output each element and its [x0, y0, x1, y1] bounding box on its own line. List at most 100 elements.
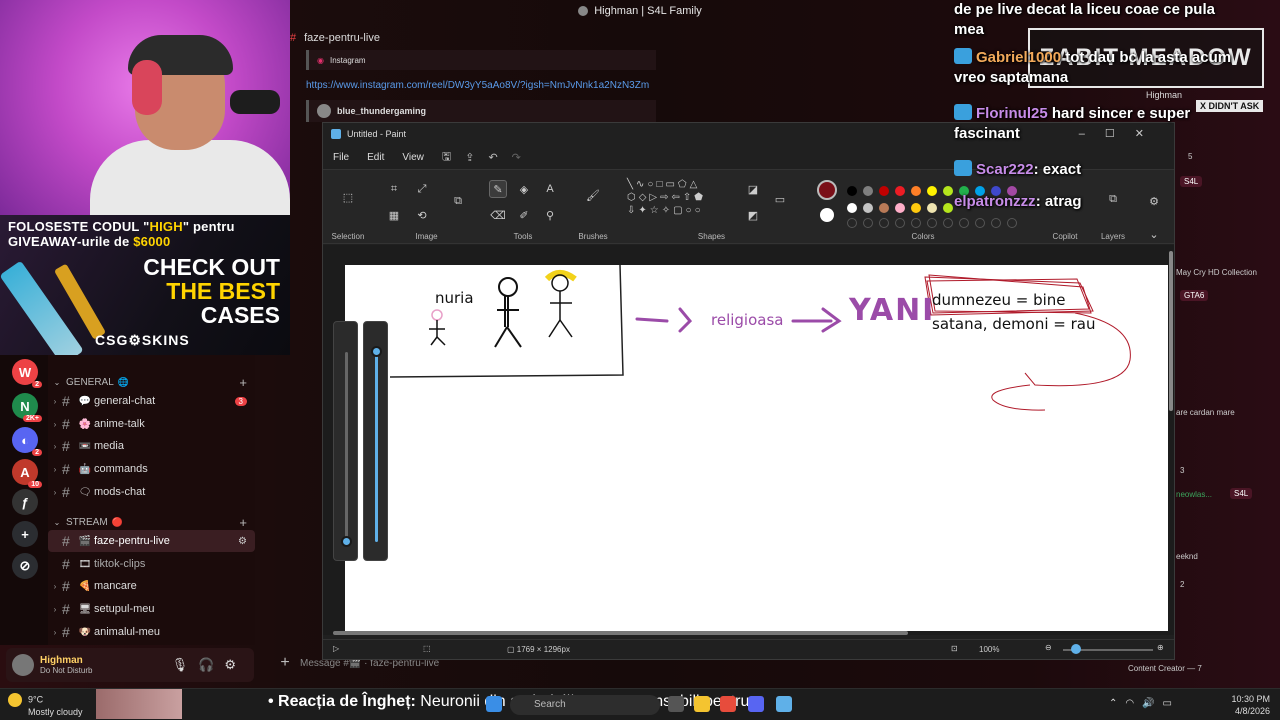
chevron-down-icon[interactable]: ⌄ — [1145, 225, 1163, 243]
start-button-icon[interactable] — [486, 696, 502, 712]
gear-icon[interactable]: ⚙ — [224, 657, 246, 672]
zoom-level[interactable]: 100% — [979, 645, 999, 654]
channel-setupul-meu[interactable]: › # 🖥 setupul-meu — [48, 598, 255, 620]
horizontal-scrollbar[interactable] — [333, 631, 908, 635]
zoom-in-icon[interactable]: ⊕ — [1157, 643, 1164, 652]
battery-icon[interactable]: ▭ — [1163, 698, 1180, 709]
create-channel-icon[interactable]: + — [239, 375, 247, 390]
vertical-scrollbar[interactable] — [1169, 251, 1173, 411]
server-icon-1[interactable]: W2 — [12, 359, 42, 388]
system-tray[interactable]: ⌃◠🔊▭ — [1109, 698, 1180, 709]
color-swatch[interactable] — [863, 203, 873, 213]
slider-thumb[interactable] — [371, 346, 382, 357]
color-swatch[interactable] — [895, 186, 905, 196]
fit-icon[interactable]: ⊡ — [951, 644, 958, 653]
discord-taskbar-icon[interactable] — [748, 696, 764, 712]
menu-edit[interactable]: Edit — [367, 152, 384, 163]
select-rectangle-icon[interactable]: ⬚ — [339, 188, 357, 206]
redo-icon[interactable]: ↷ — [512, 151, 521, 164]
resize-icon[interactable]: ⤢ — [413, 180, 431, 198]
opacity-slider[interactable] — [333, 321, 358, 561]
volume-icon[interactable]: 🔊 — [1142, 698, 1162, 709]
outline-icon[interactable]: ◪ — [744, 180, 762, 198]
wifi-icon[interactable]: ◠ — [1125, 698, 1142, 709]
channel-general-chat[interactable]: › # 💬 general-chat 3 — [48, 390, 255, 412]
menu-view[interactable]: View — [402, 152, 424, 163]
drawing-canvas[interactable]: nuria religioasa YANI dumnezeu = bine sa… — [345, 265, 1168, 631]
secondary-color-swatch[interactable] — [820, 208, 834, 222]
chevron-up-icon[interactable]: ⌃ — [1109, 698, 1125, 709]
color-swatch[interactable] — [879, 186, 889, 196]
text-icon[interactable]: A — [541, 180, 559, 198]
custom-color-slot[interactable] — [847, 218, 857, 228]
crop-icon[interactable]: ⌗ — [385, 180, 403, 198]
taskbar-search[interactable]: Search — [510, 695, 660, 715]
color-swatch[interactable] — [911, 203, 921, 213]
custom-color-slot[interactable] — [911, 218, 921, 228]
slider-thumb[interactable] — [341, 536, 352, 547]
microphone-icon[interactable]: 🎙 — [172, 657, 199, 672]
fill-icon[interactable]: ◈ — [515, 180, 533, 198]
color-swatch[interactable] — [895, 203, 905, 213]
color-swatch[interactable] — [911, 186, 921, 196]
discover-servers-button[interactable]: ⊘ — [12, 553, 38, 579]
zoom-out-icon[interactable]: ⊖ — [1045, 643, 1052, 652]
embed-instagram[interactable]: ◉ Instagram — [306, 50, 656, 70]
server-icon-2[interactable]: N 2K+ — [12, 393, 42, 422]
magnifier-icon[interactable]: ⚲ — [541, 206, 559, 224]
channel-commands[interactable]: › # 🤖 commands — [48, 458, 255, 480]
weather-widget[interactable]: 9°C Mostly cloudy — [8, 693, 83, 718]
channel-animalul-meu[interactable]: › # 🐶 animalul-meu — [48, 621, 255, 643]
share-icon[interactable]: ⇪ — [465, 151, 474, 164]
color-swatch[interactable] — [927, 186, 937, 196]
clock[interactable]: 10:30 PM 4/8/2026 — [1231, 693, 1270, 717]
create-channel-icon[interactable]: + — [239, 515, 247, 530]
eraser-icon[interactable]: ⌫ — [489, 206, 507, 224]
background-remove-icon[interactable]: ⧉ — [449, 192, 467, 210]
message-link[interactable]: https://www.instagram.com/reel/DW3yY5aAo… — [306, 80, 649, 91]
file-explorer-icon[interactable] — [694, 696, 710, 712]
image-select-icon[interactable]: ▦ — [385, 206, 403, 224]
headphones-icon[interactable]: 🎧 — [198, 657, 224, 672]
save-icon[interactable]: 🖫 — [442, 148, 451, 167]
zoom-slider-thumb[interactable] — [1071, 644, 1081, 654]
color-picker-icon[interactable]: ✐ — [515, 206, 533, 224]
server-icon-3[interactable]: ◐ 2 — [12, 427, 42, 456]
color-swatch[interactable] — [927, 203, 937, 213]
channel-media[interactable]: › # 📼 media — [48, 435, 255, 457]
server-icon-5[interactable]: ƒ — [12, 489, 38, 515]
embed-author-row[interactable]: blue_thundergaming — [306, 100, 656, 122]
attach-plus-icon[interactable]: + — [270, 654, 300, 672]
channel-mods-chat[interactable]: › # 🗨 mods-chat — [48, 481, 255, 503]
menu-file[interactable]: File — [333, 152, 349, 163]
avatar[interactable] — [12, 654, 34, 676]
brush-icon[interactable]: 🖌 — [584, 186, 602, 204]
pencil-icon[interactable]: ✎ — [489, 180, 507, 198]
user-controls[interactable]: 🎙🎧⚙ — [172, 657, 246, 673]
fill-shape-icon[interactable]: ◩ — [744, 206, 762, 224]
channel-mancare[interactable]: › # 🍕 mancare — [48, 575, 255, 597]
color-swatch[interactable] — [847, 186, 857, 196]
size-slider[interactable] — [363, 321, 388, 561]
channel-faze-pentru-live[interactable]: # 🎬 faze-pentru-live ⚙ — [48, 530, 255, 552]
shape-size-icon[interactable]: ▭ — [771, 190, 789, 208]
add-server-button[interactable]: + — [12, 521, 38, 547]
primary-color-swatch[interactable] — [817, 180, 837, 200]
channel-tiktok-clips[interactable]: # 🎞 tiktok-clips — [48, 553, 255, 575]
custom-color-slot[interactable] — [895, 218, 905, 228]
channel-anime-talk[interactable]: › # 🌸 anime-talk — [48, 413, 255, 435]
color-swatch[interactable] — [879, 203, 889, 213]
channel-settings-icon[interactable]: ⚙ — [238, 536, 247, 547]
shapes-gallery[interactable]: ╲∿○□▭⬠△ ⬡◇▷⇨⇦⇧⬟ ⇩✦☆✧▢○○ — [627, 178, 737, 217]
rotate-icon[interactable]: ⟲ — [413, 206, 431, 224]
custom-color-slot[interactable] — [879, 218, 889, 228]
color-swatch[interactable] — [863, 186, 873, 196]
paint-taskbar-icon[interactable] — [776, 696, 792, 712]
browser-icon[interactable] — [720, 696, 736, 712]
custom-color-slot[interactable] — [863, 218, 873, 228]
custom-color-slot[interactable] — [927, 218, 937, 228]
color-swatch[interactable] — [847, 203, 857, 213]
server-icon-4[interactable]: A 10 — [12, 459, 42, 488]
category-general[interactable]: ⌄ GENERAL 🌐 + — [48, 375, 255, 390]
undo-icon[interactable]: ↶ — [488, 151, 497, 164]
